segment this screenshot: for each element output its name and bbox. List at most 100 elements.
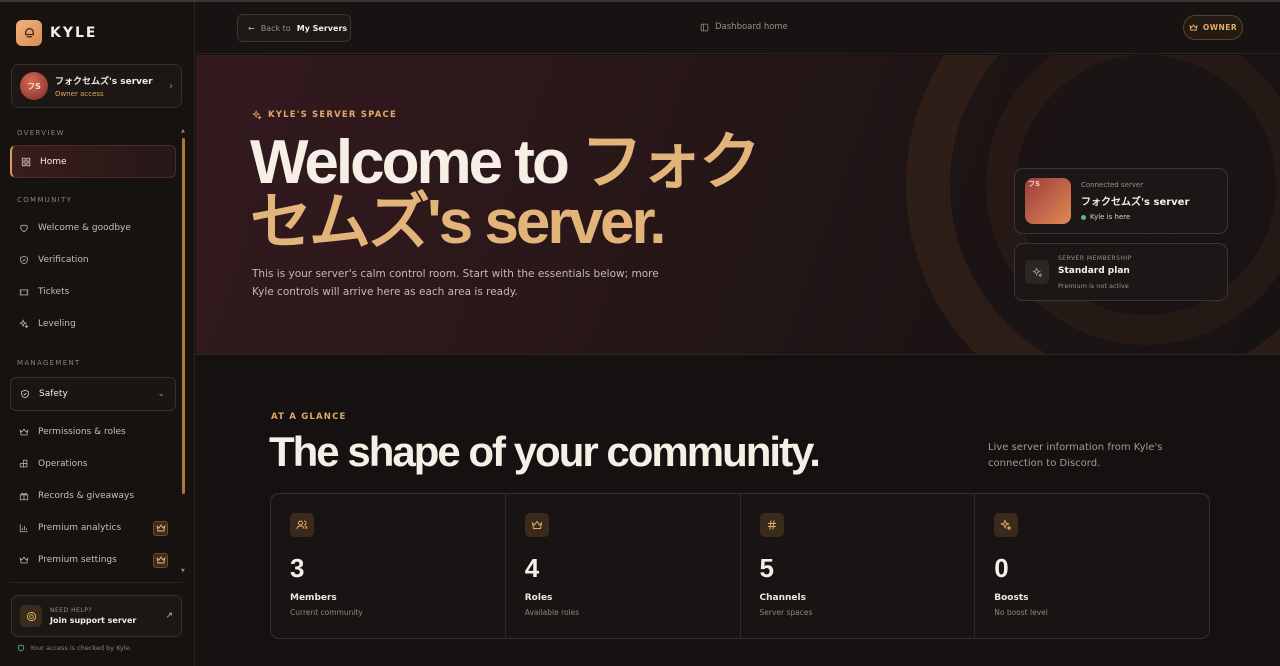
- dashboard-home-link[interactable]: Dashboard home: [700, 22, 788, 32]
- shield-icon: [21, 389, 29, 399]
- section-community: COMMUNITY: [17, 196, 73, 204]
- gift-icon: [19, 492, 29, 501]
- stat-label: Channels: [759, 593, 806, 603]
- chart-icon: [19, 524, 28, 533]
- server-thumbnail-initials: フS: [1028, 180, 1041, 188]
- hero-kicker-text: KYLE'S SERVER SPACE: [268, 110, 398, 120]
- bot-status: Kyle is here: [1081, 213, 1189, 221]
- owner-label: OWNER: [1202, 23, 1238, 32]
- crown-icon: [1189, 24, 1198, 31]
- dashboard-home-label: Dashboard home: [715, 22, 788, 32]
- back-to-servers-button[interactable]: ← Back to My Servers: [237, 14, 351, 42]
- stat-sub: No boost level: [994, 608, 1048, 617]
- hero-kicker: KYLE'S SERVER SPACE: [252, 110, 397, 120]
- sidebar-item-premium-analytics[interactable]: Premium analytics: [10, 513, 176, 543]
- stat-value: 4: [524, 553, 540, 583]
- server-avatar: フS: [20, 72, 48, 100]
- blocks-icon: [19, 459, 28, 468]
- sidebar-item-premium-settings[interactable]: Premium settings: [10, 545, 176, 575]
- sidebar-item-label: Operations: [38, 459, 88, 469]
- stat-channels: 5 Channels Server spaces: [741, 494, 976, 638]
- sidebar-item-operations[interactable]: Operations: [10, 449, 176, 479]
- heart-icon: [20, 224, 28, 233]
- sidebar-item-permissions[interactable]: Permissions & roles: [10, 417, 176, 447]
- chevron-right-icon: ›: [169, 80, 173, 92]
- sidebar-item-label: Home: [40, 156, 67, 167]
- sidebar-item-label: Premium settings: [38, 555, 117, 565]
- section-overview: OVERVIEW: [17, 129, 65, 137]
- section-management: MANAGEMENT: [17, 359, 81, 367]
- support-server-link[interactable]: NEED HELP? Join support server ↗: [11, 595, 182, 637]
- premium-crown-icon: [153, 552, 168, 568]
- stat-members: 3 Members Current community: [271, 494, 506, 638]
- crown-icon: [19, 556, 29, 564]
- hero-section: KYLE'S SERVER SPACE Welcome to フォクセムズ's …: [196, 55, 1280, 355]
- page-title: Welcome to フォクセムズ's server.: [250, 132, 770, 254]
- online-dot-icon: [1081, 214, 1086, 220]
- glance-note: Live server information from Kyle's conn…: [988, 442, 1163, 469]
- help-kicker: NEED HELP?: [50, 607, 93, 614]
- sidebar-item-records[interactable]: Records & giveaways: [10, 481, 176, 511]
- sparkles-icon: [252, 110, 262, 120]
- sidebar-item-label: Verification: [38, 255, 89, 265]
- stat-value: 3: [290, 553, 305, 583]
- users-icon: [290, 513, 314, 537]
- hero-description: This is your server's calm control room.…: [252, 268, 659, 298]
- sparkles-icon: [994, 513, 1019, 537]
- scroll-up-arrow[interactable]: ▲: [181, 128, 185, 134]
- sidebar-item-label: Tickets: [38, 287, 70, 297]
- crown-icon: [524, 513, 549, 537]
- access-note-text: Your access is checked by Kyle.: [30, 644, 132, 652]
- brand[interactable]: KYLE: [16, 20, 97, 46]
- sidebar-item-leveling[interactable]: Leveling: [10, 309, 176, 339]
- stat-sub: Available roles: [524, 608, 580, 617]
- sidebar-item-welcome[interactable]: Welcome & goodbye: [10, 213, 176, 243]
- access-note: Your access is checked by Kyle.: [17, 644, 132, 652]
- stat-sub: Server spaces: [759, 608, 813, 617]
- bot-status-text: Kyle is here: [1090, 213, 1131, 221]
- shield-check-icon: [20, 255, 28, 265]
- sidebar-group-safety[interactable]: Safety ⌄: [10, 377, 176, 411]
- owner-badge: OWNER: [1183, 15, 1243, 40]
- membership-plan: Standard plan: [1058, 265, 1130, 276]
- chevron-down-icon: ⌄: [157, 389, 165, 399]
- stat-boosts: 0 Boosts No boost level: [975, 494, 1209, 638]
- sidebar-item-label: Premium analytics: [38, 523, 122, 533]
- connected-server-name: フォクセムズ's server: [1081, 197, 1190, 208]
- shield-check-icon: [17, 644, 25, 652]
- stat-label: Roles: [524, 593, 553, 603]
- sidebar-item-label: Permissions & roles: [38, 427, 126, 437]
- connected-server-card: フS Connected server フォクセムズ's server Kyle…: [1014, 168, 1228, 234]
- stat-value: 5: [759, 553, 774, 583]
- server-name: フォクセムズ's server: [55, 77, 153, 87]
- membership-card: SERVER MEMBERSHIP Standard plan Premium …: [1014, 243, 1228, 301]
- stats-panel: 3 Members Current community 4 Roles Avai…: [270, 493, 1210, 639]
- scroll-down-arrow[interactable]: ▼: [181, 568, 185, 574]
- sidebar-item-label: Welcome & goodbye: [38, 223, 131, 233]
- ticket-icon: [19, 289, 29, 296]
- kyle-logo-icon: [16, 20, 42, 46]
- sidebar-item-tickets[interactable]: Tickets: [10, 277, 176, 307]
- brand-name: KYLE: [50, 25, 98, 41]
- glance-title: The shape of your community.: [269, 428, 821, 475]
- sidebar-scrollbar[interactable]: [182, 138, 185, 494]
- sparkles-icon: [1025, 260, 1049, 284]
- sidebar-item-verification[interactable]: Verification: [10, 245, 176, 275]
- external-arrow-icon: ↗: [165, 611, 173, 621]
- arrow-left-icon: ←: [248, 23, 255, 33]
- hash-icon: [759, 513, 784, 537]
- server-access: Owner access: [55, 90, 104, 98]
- glance-kicker: AT A GLANCE: [271, 412, 347, 422]
- grid-icon: [21, 157, 31, 166]
- server-switcher[interactable]: フS フォクセムズ's server Owner access ›: [11, 64, 182, 108]
- lifebuoy-icon: [20, 605, 42, 627]
- back-prefix: Back to: [260, 23, 291, 33]
- premium-crown-icon: [153, 520, 168, 536]
- back-target: My Servers: [296, 23, 348, 33]
- sidebar-item-home[interactable]: Home: [10, 145, 176, 178]
- connected-kicker: Connected server: [1081, 181, 1144, 189]
- sidebar: KYLE フS フォクセムズ's server Owner access › O…: [0, 2, 195, 666]
- top-bar: ← Back to My Servers Dashboard home OWNE…: [196, 2, 1280, 54]
- membership-note: Premium is not active: [1058, 281, 1129, 290]
- sidebar-divider: [10, 582, 182, 583]
